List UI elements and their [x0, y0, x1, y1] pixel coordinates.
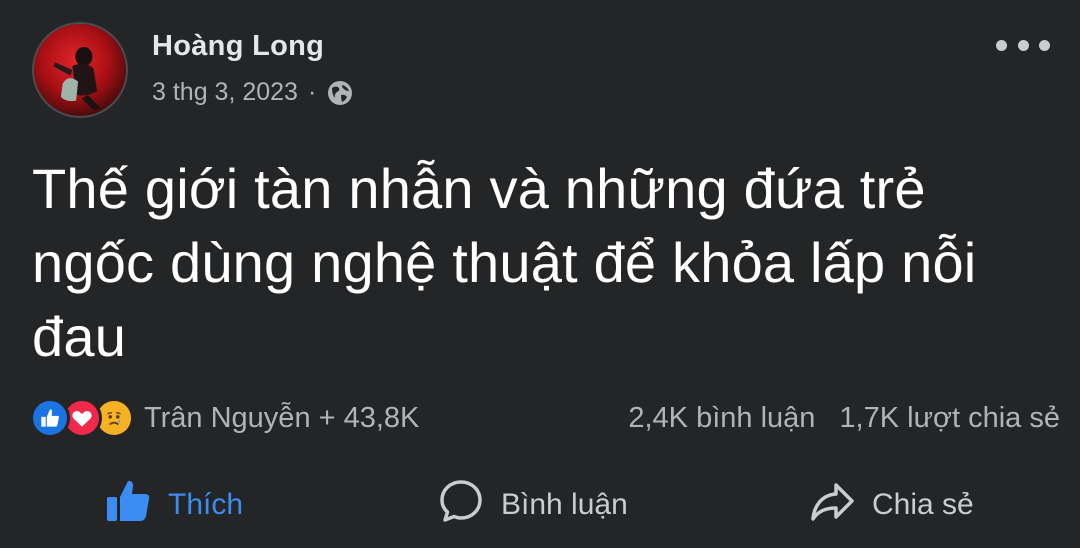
share-button[interactable]: Chia sẻ [808, 470, 974, 540]
like-reaction-icon [30, 398, 70, 438]
post-text: Thế giới tàn nhẫn và những đứa trẻ ngốc … [32, 157, 977, 368]
reactions-summary[interactable]: Trân Nguyễn + 43,8K [30, 396, 419, 440]
share-label: Chia sẻ [872, 488, 974, 521]
more-dot-icon [1017, 39, 1029, 51]
globe-icon[interactable] [326, 79, 354, 107]
reaction-summary-text[interactable]: Trân Nguyễn + 43,8K [144, 402, 419, 435]
comment-icon [437, 477, 485, 533]
thumbs-up-icon [104, 477, 152, 533]
post-meta: 3 thg 3, 2023 · [152, 78, 354, 107]
shares-count[interactable]: 1,7K lượt chia sẻ [839, 402, 1060, 435]
more-dot-icon [1039, 39, 1050, 51]
more-dot-icon [996, 39, 1007, 51]
facebook-post: Hoàng Long 3 thg 3, 2023 · Thế giới tàn … [0, 0, 1080, 548]
engagement-counts: 2,4K bình luận 1,7K lượt chia sẻ [628, 396, 1060, 440]
comments-count[interactable]: 2,4K bình luận [628, 402, 815, 435]
post-actions: Thích Bình luận Chia sẻ [0, 470, 1080, 540]
like-button[interactable]: Thích [104, 470, 243, 540]
post-stats: Trân Nguyễn + 43,8K 2,4K bình luận 1,7K … [30, 396, 1060, 440]
more-options-button[interactable] [996, 30, 1050, 60]
meta-separator: · [307, 78, 317, 106]
comment-label: Bình luận [501, 488, 628, 521]
like-label: Thích [168, 488, 244, 521]
avatar-image [53, 47, 102, 111]
comment-button[interactable]: Bình luận [437, 470, 628, 540]
share-icon [808, 477, 856, 533]
post-date[interactable]: 3 thg 3, 2023 [152, 78, 298, 107]
author-avatar[interactable] [32, 22, 128, 118]
author-name[interactable]: Hoàng Long [152, 30, 324, 63]
